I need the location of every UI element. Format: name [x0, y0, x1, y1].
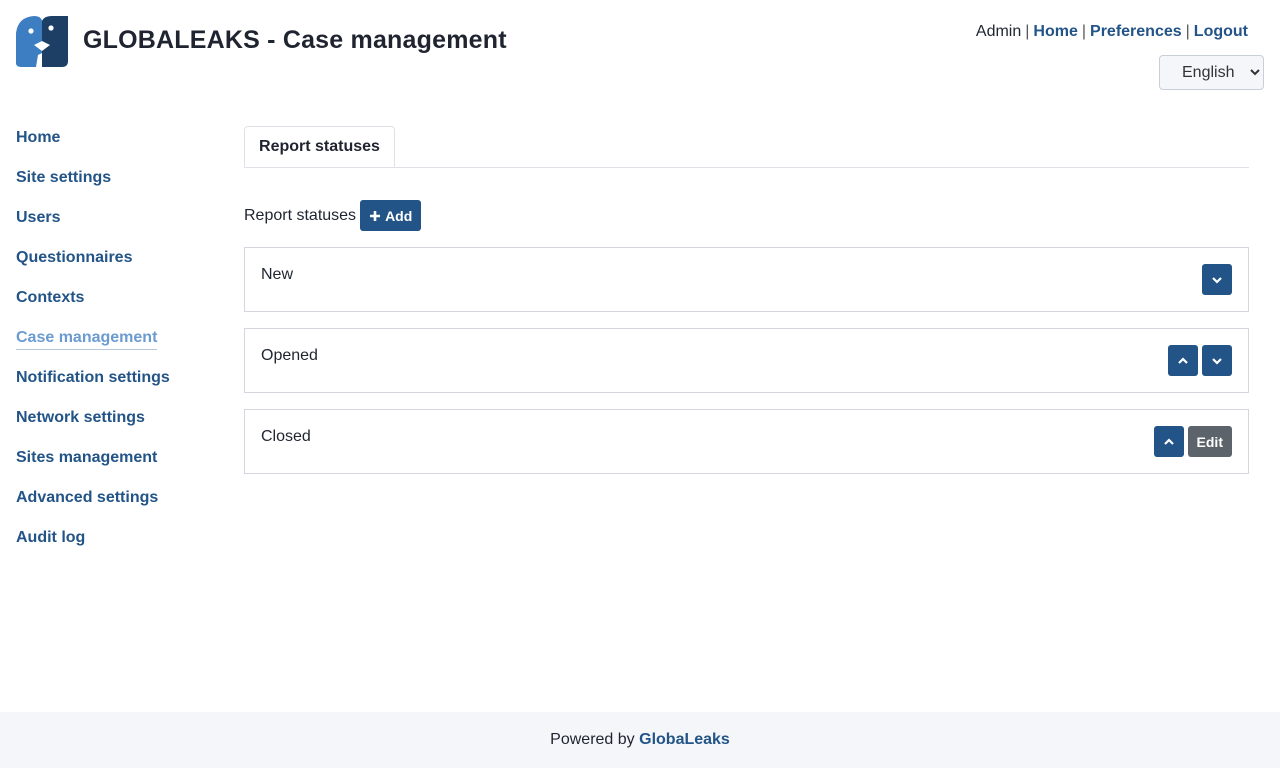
- current-user: Admin: [975, 23, 1022, 40]
- sidebar: Home Site settings Users Questionnaires …: [16, 127, 216, 567]
- globaleaks-link[interactable]: GlobaLeaks: [639, 731, 730, 748]
- sidebar-item-audit-log[interactable]: Audit log: [16, 527, 216, 567]
- footer: Powered by GlobaLeaks: [0, 712, 1280, 768]
- plus-icon: [370, 210, 381, 221]
- status-item-opened: Opened: [244, 328, 1249, 393]
- sidebar-item-label: Network settings: [16, 409, 145, 426]
- sidebar-item-sites-management[interactable]: Sites management: [16, 447, 216, 487]
- sidebar-item-contexts[interactable]: Contexts: [16, 287, 216, 327]
- move-down-button[interactable]: [1202, 264, 1232, 295]
- sidebar-item-label: Site settings: [16, 169, 112, 186]
- sidebar-item-label: Home: [16, 129, 61, 146]
- status-name: Closed: [261, 428, 311, 445]
- chevron-up-icon: [1178, 356, 1188, 364]
- status-actions: [1202, 264, 1232, 295]
- add-button-label: Add: [385, 207, 413, 224]
- chevron-up-icon: [1163, 437, 1174, 445]
- sidebar-item-label: Case management: [16, 327, 158, 350]
- tab-bar: Report statuses: [244, 126, 1249, 168]
- globaleaks-logo: [16, 15, 68, 67]
- move-up-button[interactable]: [1168, 345, 1198, 376]
- status-actions: Edit: [1153, 426, 1232, 457]
- sidebar-item-label: Users: [16, 209, 61, 226]
- chevron-down-icon: [1212, 276, 1222, 284]
- sidebar-item-network-settings[interactable]: Network settings: [16, 407, 216, 447]
- sidebar-item-label: Sites management: [16, 449, 158, 466]
- sidebar-item-users[interactable]: Users: [16, 207, 216, 247]
- sidebar-item-questionnaires[interactable]: Questionnaires: [16, 247, 216, 287]
- add-status-button[interactable]: Add: [360, 200, 422, 231]
- sidebar-item-label: Advanced settings: [16, 489, 159, 506]
- sidebar-item-case-management[interactable]: Case management: [16, 327, 216, 367]
- language-select[interactable]: English: [1159, 55, 1264, 90]
- status-name: New: [261, 266, 294, 283]
- status-actions: [1168, 345, 1232, 376]
- move-down-button[interactable]: [1202, 345, 1232, 376]
- edit-status-button[interactable]: Edit: [1187, 426, 1232, 457]
- logout-link[interactable]: Logout: [1194, 23, 1248, 40]
- chevron-down-icon: [1212, 357, 1222, 365]
- section-header: Report statuses Add: [244, 200, 422, 231]
- status-item-closed: Closed Edit: [244, 409, 1249, 474]
- top-navigation: Admin | Home | Preferences | Logout: [976, 23, 1248, 41]
- section-title: Report statuses: [244, 206, 357, 224]
- sidebar-item-label: Contexts: [16, 289, 85, 306]
- sidebar-item-site-settings[interactable]: Site settings: [16, 167, 216, 207]
- nav-separator: |: [1081, 23, 1087, 40]
- preferences-link[interactable]: Preferences: [1090, 23, 1182, 40]
- sidebar-item-notification-settings[interactable]: Notification settings: [16, 367, 216, 407]
- footer-prefix: Powered by: [550, 731, 635, 748]
- nav-separator: |: [1185, 23, 1190, 40]
- sidebar-item-label: Questionnaires: [16, 249, 133, 266]
- sidebar-item-label: Notification settings: [16, 369, 170, 386]
- move-up-button[interactable]: [1153, 426, 1184, 457]
- status-name: Opened: [261, 347, 318, 364]
- sidebar-item-advanced-settings[interactable]: Advanced settings: [16, 487, 216, 527]
- sidebar-item-label: Audit log: [16, 529, 86, 546]
- tab-report-statuses[interactable]: Report statuses: [244, 126, 395, 167]
- top-home-link[interactable]: Home: [1033, 23, 1077, 40]
- status-item-new: New: [244, 247, 1249, 312]
- sidebar-item-home[interactable]: Home: [16, 127, 216, 167]
- page-title: GLOBALEAKS - Case management: [83, 26, 507, 54]
- nav-separator: |: [1025, 23, 1030, 40]
